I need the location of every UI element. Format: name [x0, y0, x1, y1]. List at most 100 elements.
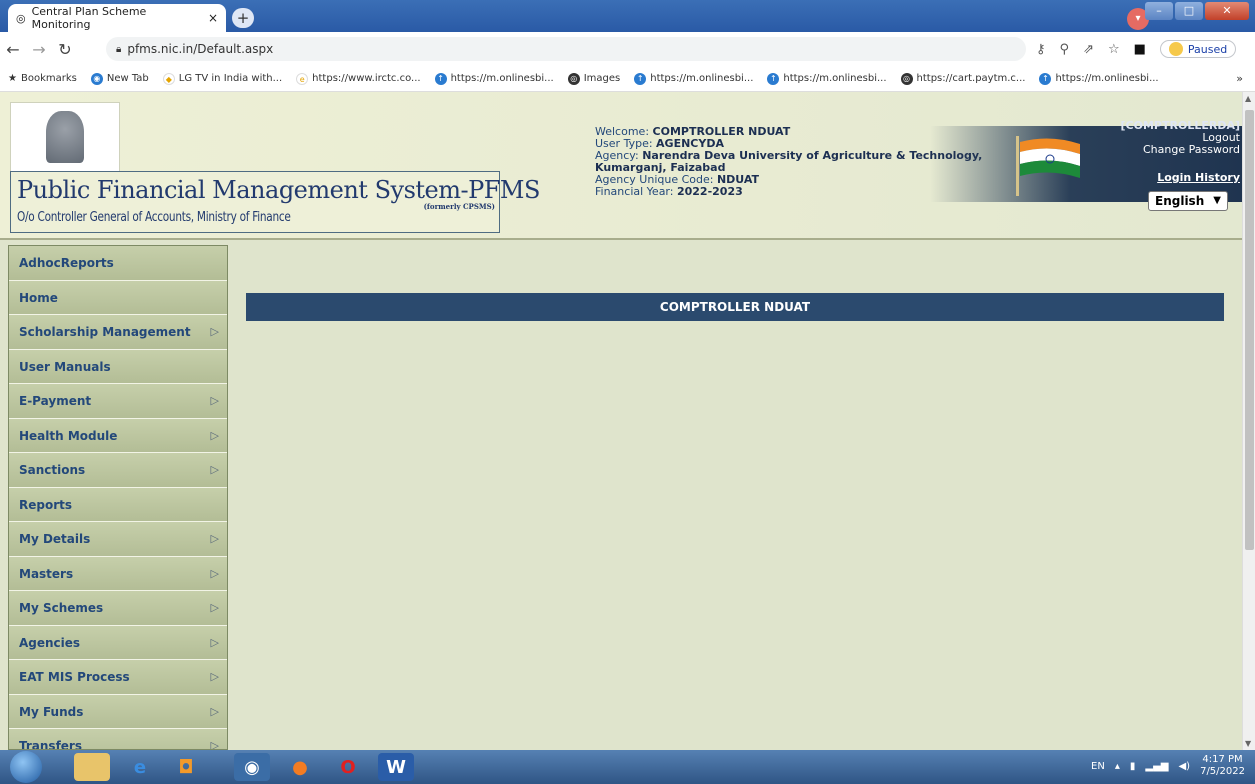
network-icon[interactable]: ▮ — [1130, 761, 1136, 772]
key-icon[interactable]: ⚷ — [1036, 42, 1046, 57]
bookmark-label: https://m.onlinesbi... — [650, 73, 754, 84]
submenu-arrow-icon: ▷ — [210, 428, 219, 442]
address-bar[interactable]: 🔒︎ pfms.nic.in/Default.aspx — [106, 37, 1026, 61]
globe-icon: ◎ — [900, 72, 913, 85]
close-window-button[interactable]: ✕ — [1205, 2, 1249, 20]
minimize-button[interactable]: – — [1145, 2, 1173, 20]
sidebar-item-label: User Manuals — [19, 359, 111, 374]
scroll-up-icon[interactable]: ▲ — [1245, 94, 1251, 103]
bookmarks-menu[interactable]: ★ Bookmarks — [8, 73, 77, 84]
sidebar-item[interactable]: Agencies ▷ — [9, 625, 227, 660]
sidebar-item-label: AdhocReports — [19, 256, 114, 270]
bookmark-item[interactable]: ↑ https://m.onlinesbi... — [1039, 72, 1159, 85]
sidebar-item-label: Agencies — [19, 635, 81, 650]
share-icon[interactable]: ⇗ — [1083, 42, 1094, 57]
formerly-label: (formerly CPSMS) — [423, 202, 495, 211]
forward-icon[interactable]: → — [26, 40, 52, 59]
language-indicator[interactable]: EN — [1091, 761, 1105, 772]
zoom-icon[interactable]: ⚲ — [1060, 42, 1070, 57]
sidebar-item[interactable]: EAT MIS Process ▷ — [9, 660, 227, 695]
sidebar-item[interactable]: Health Module ▷ — [9, 418, 227, 453]
bookmark-item[interactable]: ◆ LG TV in India with... — [162, 72, 283, 85]
new-tab-button[interactable]: + — [232, 8, 254, 28]
submenu-arrow-icon: ▷ — [210, 635, 219, 649]
maximize-button[interactable]: □ — [1175, 2, 1203, 20]
main-content: COMPTROLLER NDUAT — [230, 245, 1242, 750]
chrome-icon[interactable]: ◉ — [234, 753, 270, 781]
star-filled-icon: ★ — [8, 73, 17, 84]
sidebar-item[interactable]: E-Payment ▷ — [9, 384, 227, 419]
submenu-arrow-icon: ▷ — [210, 532, 219, 545]
sidebar-item[interactable]: AdhocReports — [9, 246, 227, 281]
sidepanel-icon[interactable]: ■ — [1134, 42, 1146, 57]
fy-value: 2022-2023 — [676, 185, 743, 198]
bookmark-item[interactable]: ↑ https://m.onlinesbi... — [634, 72, 754, 85]
language-value: English — [1155, 194, 1205, 208]
bookmark-item[interactable]: ◎ Images — [567, 72, 620, 85]
sidebar-item[interactable]: Sanctions ▷ — [9, 453, 227, 488]
sidebar-item[interactable]: My Funds ▷ — [9, 694, 227, 729]
bookmark-item[interactable]: ↑ https://m.onlinesbi... — [434, 72, 554, 85]
sidebar-item[interactable]: User Manuals — [9, 349, 227, 384]
bookmark-label: https://m.onlinesbi... — [783, 73, 887, 84]
avatar — [1168, 42, 1183, 56]
firefox-icon[interactable]: ● — [282, 753, 318, 781]
volume-icon[interactable]: ◀) — [1178, 761, 1190, 772]
submenu-arrow-icon: ▷ — [210, 704, 219, 718]
globe-icon: ◎ — [567, 72, 580, 85]
browser-toolbar: ← → ↻ 🔒︎ pfms.nic.in/Default.aspx ⚷ ⚲ ⇗ … — [0, 32, 1255, 66]
change-password-link[interactable]: Change Password — [1121, 144, 1240, 156]
tab-close-icon[interactable]: × — [208, 11, 218, 25]
tray-expand-icon[interactable]: ▴ — [1115, 761, 1120, 772]
bookmark-item[interactable]: ↑ https://m.onlinesbi... — [767, 72, 887, 85]
internet-explorer-icon[interactable]: e — [122, 753, 158, 781]
back-icon[interactable]: ← — [0, 40, 26, 59]
sidebar-item[interactable]: Masters ▷ — [9, 556, 227, 591]
sidebar-item[interactable]: Transfers ▷ — [9, 729, 227, 750]
submenu-arrow-icon: ▷ — [210, 601, 219, 614]
bookmark-item[interactable]: e https://www.irctc.co... — [296, 72, 421, 85]
clock[interactable]: 4:17 PM 7/5/2022 — [1200, 754, 1245, 778]
scroll-thumb[interactable] — [1245, 110, 1254, 550]
more-bookmarks-icon[interactable]: » — [1236, 72, 1243, 85]
tab-central-plan[interactable]: ◎ Central Plan Scheme Monitoring × — [8, 4, 226, 32]
sidebar-item-label: EAT MIS Process — [19, 670, 130, 684]
bookmark-item[interactable]: ◉ New Tab — [90, 72, 149, 85]
sidebar-item[interactable]: Home — [9, 280, 227, 315]
scroll-down-icon[interactable]: ▼ — [1245, 739, 1251, 748]
lg-icon: ◆ — [162, 72, 175, 85]
toolbar-icons: ⚷ ⚲ ⇗ ☆ ■ Paused ⋮ — [1036, 40, 1255, 58]
sidebar-item[interactable]: My Details ▷ — [9, 522, 227, 557]
start-button[interactable] — [10, 751, 42, 783]
window-controls: – □ ✕ — [1145, 2, 1249, 20]
sidebar-item-label: Home — [19, 290, 58, 305]
page-scrollbar[interactable]: ▲ ▼ — [1242, 92, 1255, 750]
star-icon[interactable]: ☆ — [1108, 42, 1120, 57]
login-history-link[interactable]: Login History — [1121, 172, 1240, 184]
sidebar-item[interactable]: Reports — [9, 487, 227, 522]
bookmark-item[interactable]: ◎ https://cart.paytm.c... — [900, 72, 1025, 85]
sidebar-item[interactable]: Scholarship Management ▷ — [9, 315, 227, 350]
bookmark-label: LG TV in India with... — [178, 73, 283, 84]
sidebar-item-label: E-Payment — [19, 394, 92, 408]
sidebar-item-label: Transfers — [19, 739, 82, 750]
sidebar-item-label: My Details — [19, 532, 91, 546]
menu-icon[interactable]: ⋮ — [1250, 42, 1255, 57]
file-explorer-icon[interactable] — [74, 753, 110, 781]
paused-label: Paused — [1187, 42, 1228, 56]
sidebar-item-label: Health Module — [19, 428, 118, 443]
profile-paused-button[interactable]: Paused — [1159, 40, 1237, 58]
browser-titlebar: ◎ Central Plan Scheme Monitoring × + ▾ –… — [0, 0, 1255, 32]
language-select[interactable]: English ▼ — [1148, 191, 1228, 211]
site-title-box: Public Financial Management System-PFMS … — [10, 171, 540, 233]
sidebar-item-label: My Schemes — [19, 601, 104, 615]
sidebar-item[interactable]: My Schemes ▷ — [9, 591, 227, 626]
reload-icon[interactable]: ↻ — [52, 40, 78, 59]
sidebar-menu: AdhocReports Home Scholarship Management ▷ U… — [8, 245, 228, 750]
submenu-arrow-icon: ▷ — [210, 739, 219, 750]
user-info: Welcome: COMPTROLLER NDUAT User Type: AG… — [595, 126, 982, 198]
app-icon[interactable]: ◘ — [168, 753, 204, 781]
opera-icon[interactable]: O — [330, 753, 366, 781]
word-icon[interactable]: W — [378, 753, 414, 781]
signal-icon[interactable]: ▂▄▆ — [1145, 761, 1168, 772]
